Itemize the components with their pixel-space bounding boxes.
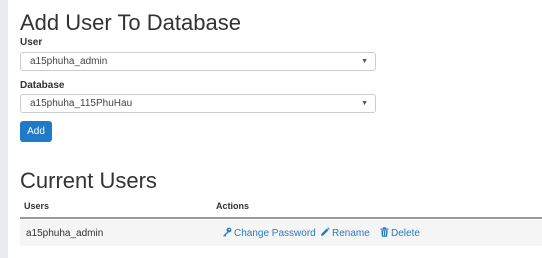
- row-user-name: a15phuha_admin: [26, 228, 104, 239]
- rename-link[interactable]: Rename: [320, 227, 370, 239]
- database-select-value: a15phuha_115PhuHau: [30, 98, 133, 109]
- rename-label: Rename: [332, 228, 370, 239]
- add-button[interactable]: Add: [20, 121, 52, 142]
- column-header-users: Users: [24, 201, 50, 211]
- key-icon: [223, 227, 232, 237]
- database-select[interactable]: a15phuha_115PhuHau ▼: [20, 94, 376, 113]
- user-label: User: [20, 37, 43, 48]
- table-row: a15phuha_admin Change Password Rename De…: [20, 220, 542, 246]
- database-label: Database: [20, 80, 65, 91]
- current-users-title: Current Users: [20, 168, 157, 193]
- add-user-title: Add User To Database: [20, 10, 241, 35]
- delete-link[interactable]: Delete: [380, 227, 420, 239]
- change-password-link[interactable]: Change Password: [222, 227, 316, 239]
- chevron-down-icon: ▼: [361, 100, 368, 107]
- users-table-header: Users Actions: [20, 198, 542, 219]
- delete-label: Delete: [391, 228, 420, 239]
- chevron-down-icon: ▼: [361, 58, 368, 65]
- pencil-icon: [321, 227, 330, 236]
- change-password-label: Change Password: [234, 228, 316, 239]
- left-sidebar-edge: [0, 0, 8, 258]
- trash-icon: [380, 227, 389, 237]
- user-select[interactable]: a15phuha_admin ▼: [20, 52, 376, 71]
- user-select-value: a15phuha_admin: [30, 56, 108, 67]
- column-header-actions: Actions: [216, 201, 250, 211]
